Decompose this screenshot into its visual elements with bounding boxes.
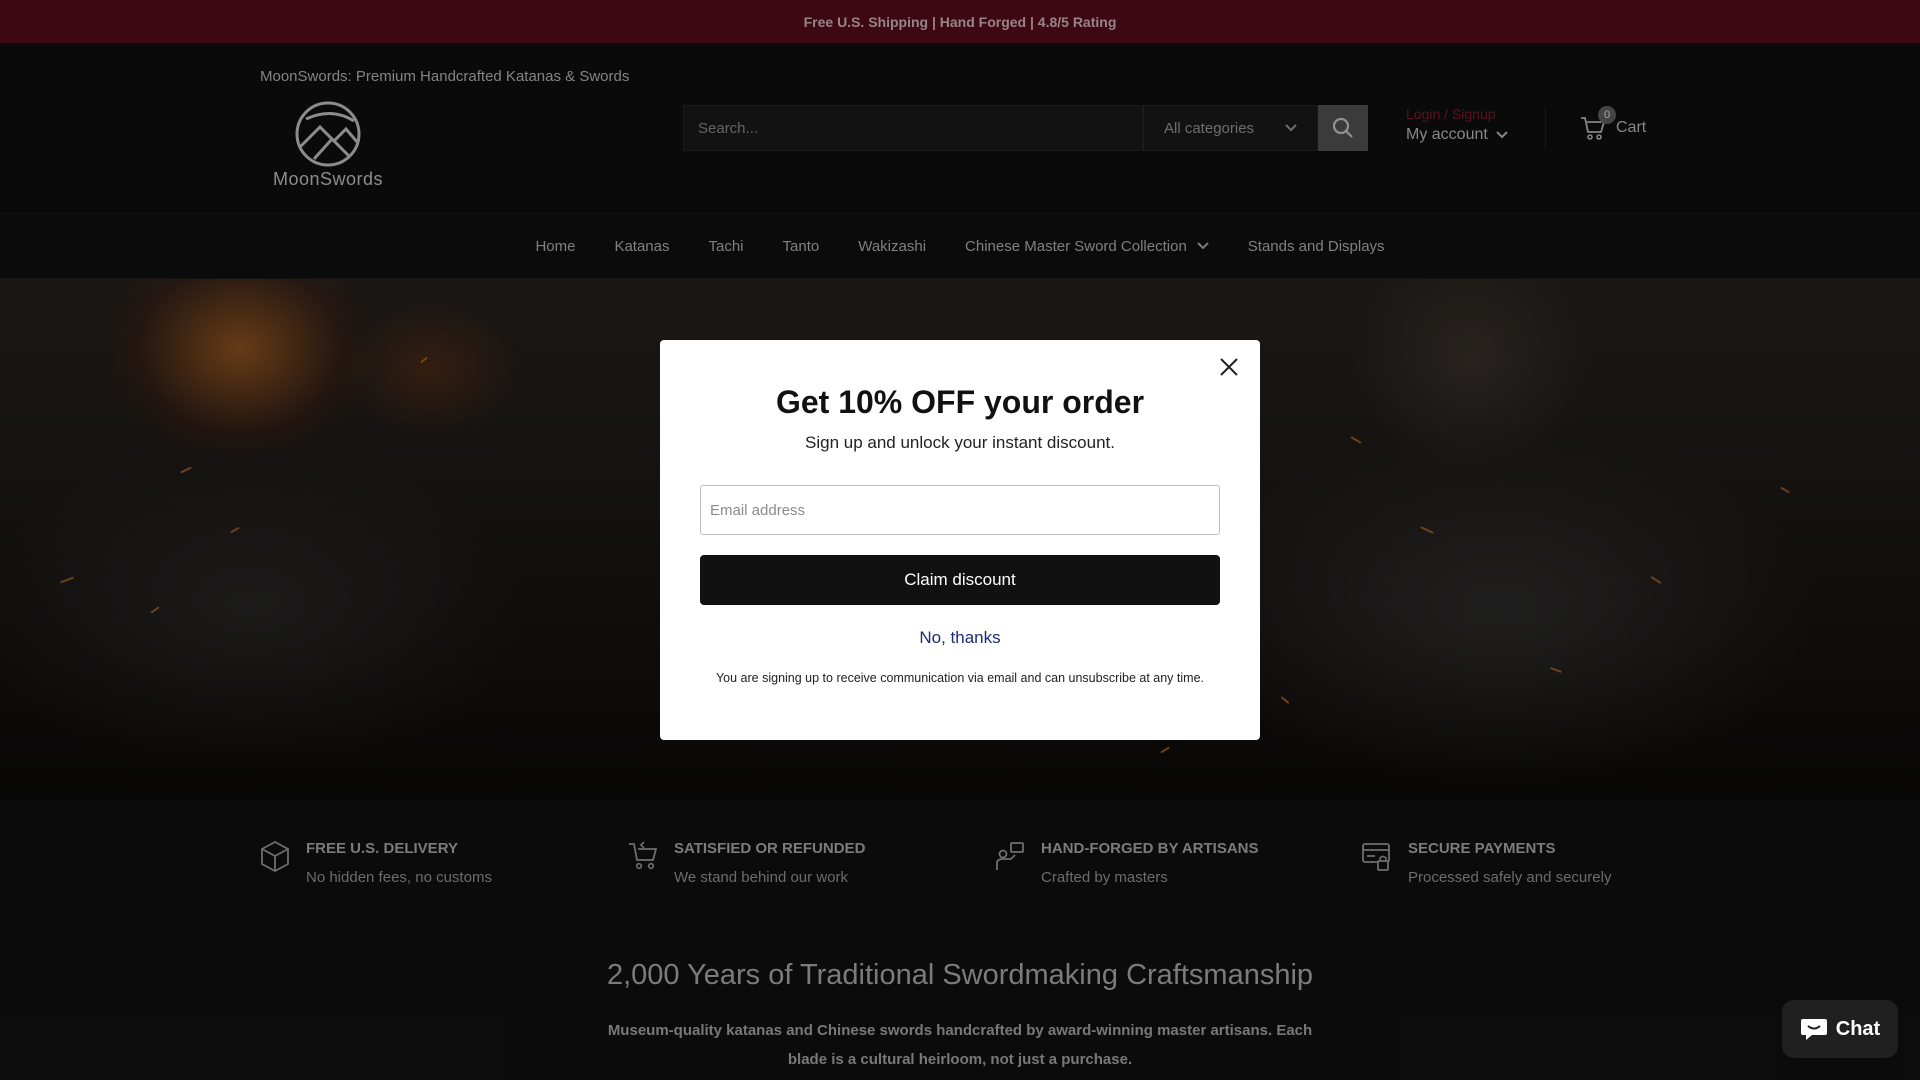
popup-subtitle: Sign up and unlock your instant discount…	[805, 433, 1115, 452]
email-field[interactable]	[700, 485, 1220, 535]
chat-button[interactable]: Chat	[1782, 1000, 1898, 1058]
popup-legal-text: You are signing up to receive communicat…	[715, 671, 1204, 685]
discount-popup: Get 10% OFF your order Sign up and unloc…	[660, 340, 1260, 740]
close-icon	[1220, 358, 1238, 376]
chat-label: Chat	[1835, 1017, 1881, 1040]
no-thanks-link[interactable]: No, thanks	[660, 628, 1260, 648]
popup-title: Get 10% OFF your order	[775, 384, 1145, 420]
chat-bubble-icon	[1800, 1019, 1827, 1040]
close-button[interactable]	[1214, 352, 1244, 382]
claim-discount-button[interactable]: Claim discount	[700, 555, 1220, 605]
